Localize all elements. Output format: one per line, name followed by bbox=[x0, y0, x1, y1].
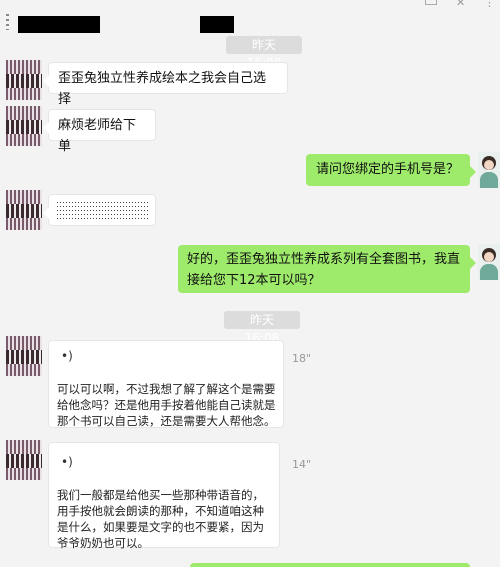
message-bubble-incoming[interactable]: 麻烦老师给下单 bbox=[43, 109, 156, 154]
self-avatar[interactable] bbox=[478, 244, 500, 280]
pixelated-content bbox=[57, 206, 149, 207]
chat-header: ✕ ⋮ bbox=[0, 0, 500, 36]
message-text: 请问您绑定的手机号是？ bbox=[316, 162, 460, 177]
avatar[interactable] bbox=[6, 190, 42, 230]
message-text: 歪歪兔独立性养成绘本之我会自己选择 bbox=[58, 71, 267, 107]
voice-message[interactable]: •) 可以可以啊，不过我想了解了解这个是需要给他念吗？还是他用手按着他能自己读就… bbox=[48, 340, 284, 428]
message-text: 麻烦老师给下单 bbox=[58, 118, 137, 154]
avatar[interactable] bbox=[6, 60, 42, 100]
timestamp: 昨天 16:08 bbox=[224, 311, 300, 345]
image-message[interactable] bbox=[43, 194, 156, 226]
voice-message[interactable]: •) 我们一般都是给他买一些那种带语音的，用手按他就会朗读的那种，不知道咱这种是… bbox=[48, 442, 280, 550]
close-icon[interactable]: ✕ bbox=[456, 0, 465, 9]
voice-wave-icon[interactable]: •) bbox=[61, 349, 73, 363]
message-bubble-outgoing-partial[interactable] bbox=[190, 563, 470, 567]
voice-duration: 14" bbox=[292, 458, 312, 471]
avatar[interactable] bbox=[6, 106, 42, 146]
voice-duration: 18" bbox=[292, 352, 312, 365]
contact-name-redacted-2 bbox=[200, 16, 234, 33]
avatar[interactable] bbox=[6, 440, 42, 480]
timestamp: 昨天 16:08 bbox=[226, 36, 302, 70]
message-text: 好的，歪歪兔独立性养成系列有全套图书，我直接给您下12本可以吗？ bbox=[187, 252, 461, 288]
voice-transcript: 我们一般都是给他买一些那种带语音的，用手按他就会朗读的那种，不知道咱这种是什么，… bbox=[57, 488, 264, 550]
pixelated-content bbox=[57, 210, 149, 211]
pixelated-content bbox=[57, 218, 149, 219]
drag-handle-icon[interactable] bbox=[6, 14, 9, 30]
message-bubble-outgoing[interactable]: 好的，歪歪兔独立性养成系列有全套图书，我直接给您下12本可以吗？ bbox=[178, 245, 476, 293]
menu-icon[interactable]: ⋮ bbox=[484, 0, 495, 9]
pixelated-content bbox=[57, 202, 149, 203]
pin-icon[interactable] bbox=[425, 0, 437, 5]
pixelated-content bbox=[57, 214, 149, 215]
message-bubble-outgoing[interactable]: 请问您绑定的手机号是？ bbox=[306, 154, 476, 186]
voice-transcript: 可以可以啊，不过我想了解了解这个是需要给他念吗？还是他用手按着他能自己读就是那个… bbox=[57, 382, 276, 428]
voice-wave-icon[interactable]: •) bbox=[61, 455, 73, 469]
self-avatar[interactable] bbox=[478, 152, 500, 188]
avatar[interactable] bbox=[6, 336, 42, 376]
message-bubble-incoming[interactable]: 歪歪兔独立性养成绘本之我会自己选择 bbox=[43, 62, 288, 107]
contact-name-redacted bbox=[18, 16, 100, 33]
